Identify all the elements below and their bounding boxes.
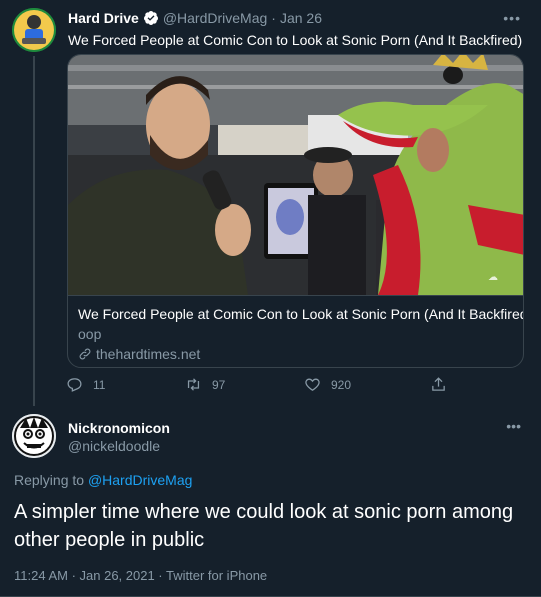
card-description: oop [78,326,102,342]
reply-tweet[interactable]: Nickronomicon @nickeldoodle ••• Replying… [0,400,541,597]
tweet-text: We Forced People at Comic Con to Look at… [68,32,523,48]
card-title[interactable]: We Forced People at Comic Con to Look at… [78,306,523,322]
nickronomicon-avatar[interactable] [12,414,56,458]
reply-icon [67,378,82,392]
author-handle[interactable]: @HardDriveMag [163,10,267,26]
card-domain[interactable]: thehardtimes.net [96,346,200,362]
retweet-icon [187,378,200,391]
replying-to-handle[interactable]: @HardDriveMag [88,472,192,488]
tweet-date[interactable]: Jan 26 [280,10,322,26]
reply-count: 11 [93,377,106,392]
author-name[interactable]: Hard Drive [68,10,139,26]
reply-author-handle[interactable]: @nickeldoodle [68,438,160,454]
original-tweet[interactable]: Hard Drive @HardDriveMag · Jan 26 ••• We… [0,0,541,406]
card-image: ☁ [68,55,523,295]
share-icon [432,377,445,391]
like-count: 920 [331,377,352,392]
like-button[interactable]: 920 [304,376,351,393]
reply-meta[interactable]: 11:24 AM · Jan 26, 2021 · Twitter for iP… [14,568,267,583]
thread-line [33,56,35,406]
link-icon [79,348,91,360]
separator-dot: · [271,10,276,26]
share-button[interactable] [430,376,447,393]
more-icon[interactable]: ••• [503,10,521,26]
tweet-header: Hard Drive @HardDriveMag · Jan 26 [68,10,322,26]
more-icon[interactable]: ••• [506,418,521,434]
link-card[interactable]: ☁ We Forced People at Comic Con to Look … [67,54,524,368]
replying-to-prefix: Replying to [14,472,85,488]
hard-drive-avatar[interactable] [12,8,56,52]
svg-text:☁: ☁ [488,272,498,283]
verified-badge-icon [143,11,158,25]
reply-button[interactable]: 11 [66,376,105,393]
reply-text: A simpler time where we could look at so… [14,501,514,551]
replying-to: Replying to @HardDriveMag [14,472,192,488]
reply-author-name[interactable]: Nickronomicon [68,420,170,436]
card-info: We Forced People at Comic Con to Look at… [68,295,523,367]
retweet-button[interactable]: 97 [185,376,225,393]
retweet-count: 97 [212,377,226,392]
tweet-actions: 11 97 920 [60,376,480,396]
card-domain-row: thehardtimes.net [78,346,515,362]
like-icon [305,378,320,391]
